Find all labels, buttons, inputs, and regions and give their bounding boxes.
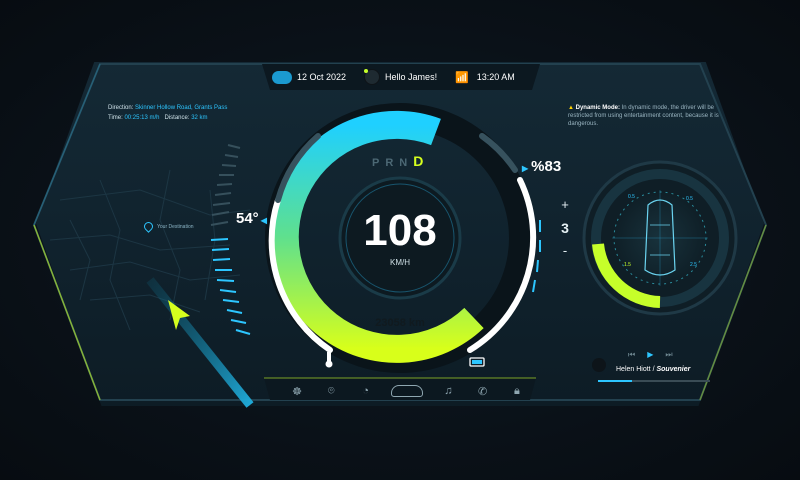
topbar: 12 Oct 2022 Hello James! 📶 13:20 AM <box>272 64 530 90</box>
gear-selector: PRND <box>372 153 429 169</box>
media-player: ⏮ ▶ ⏭ Helen Hiott / Souvenier <box>578 346 718 386</box>
steering-icon[interactable]: ☸ <box>288 385 306 398</box>
temperature-readout: 54° ◀ <box>236 210 267 227</box>
progress-fill <box>598 380 632 382</box>
time-label: Time: <box>108 115 123 121</box>
location-pin-icon <box>142 220 155 233</box>
gear-p: P <box>372 157 386 169</box>
play-icon[interactable]: ▶ <box>647 350 653 360</box>
wifi-icon: 📶 <box>455 71 469 84</box>
gear-n: N <box>399 157 414 169</box>
arrow-right-icon: ▶ <box>522 164 529 173</box>
avatar[interactable] <box>364 69 381 85</box>
direction-label: Direction: <box>108 105 134 111</box>
distance-label: Distance: <box>164 115 190 121</box>
clock-text: 13:20 AM <box>476 72 515 82</box>
battery-readout: ▶ %83 <box>522 158 561 175</box>
trip-info: Direction: Skinner Hollow Road, Grants P… <box>108 103 227 123</box>
cloud-icon <box>272 70 292 84</box>
greeting-chip[interactable]: Hello James! <box>364 69 437 85</box>
album-art <box>592 358 606 372</box>
date-text: 12 Oct 2022 <box>297 72 347 82</box>
song-artist: Helen Hiott <box>616 366 651 373</box>
destination-label: Your Destination <box>157 223 194 230</box>
progress-track[interactable] <box>598 380 710 382</box>
gear-control: + 3 - <box>556 198 574 258</box>
distance-value: 32 km <box>191 115 208 121</box>
gear-up-button[interactable]: + <box>556 198 574 212</box>
notice-title: Dynamic Mode: <box>575 105 620 111</box>
direction-value: Skinner Hollow Road, Grants Pass <box>135 105 228 111</box>
dynamic-mode-notice: ▲ Dynamic Mode: In dynamic mode, the dri… <box>568 104 728 128</box>
gear-down-button[interactable]: - <box>556 244 574 258</box>
song-title: Souvenier <box>656 366 691 373</box>
speed-unit: KM/H <box>390 258 410 267</box>
time-value: 00:25:13 m/h <box>124 115 160 121</box>
speedometer-icon[interactable]: ◔ <box>357 385 375 397</box>
battery-value: %83 <box>531 158 562 175</box>
temperature-value: 54° <box>236 210 259 227</box>
lock-icon[interactable]: 🔒︎ <box>508 385 526 398</box>
phone-icon[interactable]: ✆ <box>474 385 492 398</box>
gear-r: R <box>385 157 400 169</box>
song-info: Helen Hiott / Souvenier <box>616 366 690 373</box>
bottom-nav: ☸ ⌾ ◔ ♫ ✆ 🔒︎ <box>288 382 526 400</box>
arrow-left-icon: ◀ <box>260 216 267 225</box>
odometer: 23058 km <box>375 317 425 329</box>
music-icon[interactable]: ♫ <box>439 385 457 397</box>
location-icon[interactable]: ⌾ <box>322 385 340 398</box>
speed-value: 108 <box>363 206 437 255</box>
date-chip: 12 Oct 2022 <box>272 70 347 84</box>
previous-icon[interactable]: ⏮ <box>628 350 635 360</box>
map-destination[interactable]: Your Destination <box>142 220 194 233</box>
car-icon[interactable] <box>390 385 423 397</box>
media-controls: ⏮ ▶ ⏭ <box>628 350 673 360</box>
gear-value: 3 <box>561 220 569 236</box>
greeting-text: Hello James! <box>385 72 438 82</box>
warning-icon: ▲ <box>568 105 574 111</box>
next-icon[interactable]: ⏭ <box>665 350 672 360</box>
gear-d: D <box>413 153 430 169</box>
